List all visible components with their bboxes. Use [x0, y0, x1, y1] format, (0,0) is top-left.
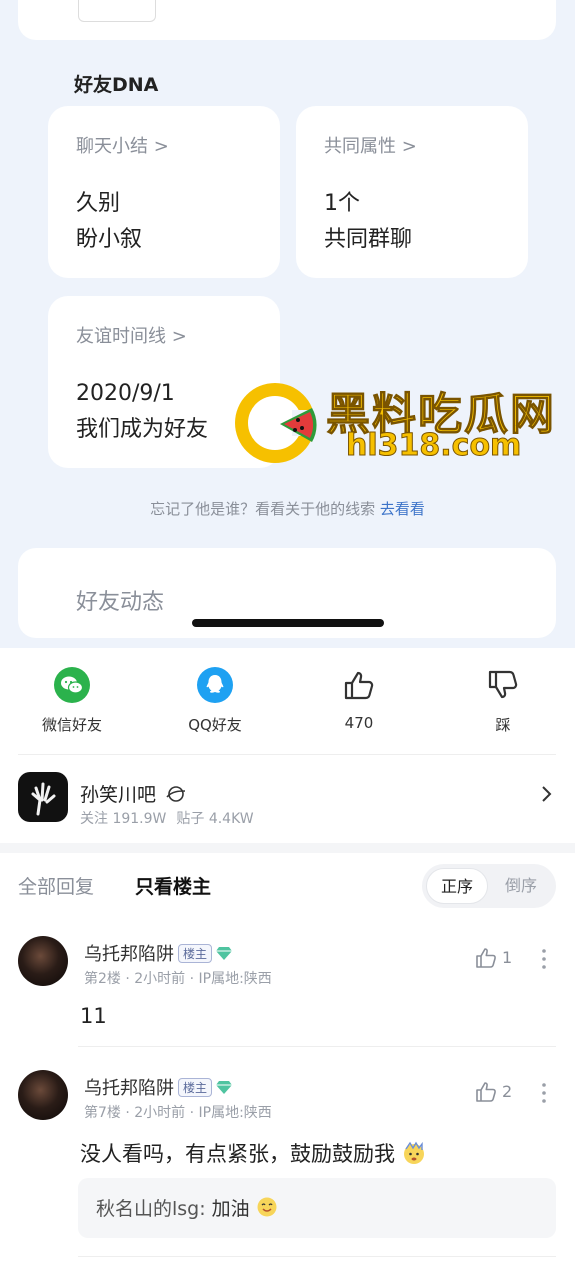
like-button[interactable]: 470: [299, 662, 419, 732]
wechat-icon: [54, 667, 90, 703]
share-label: 微信好友: [41, 716, 102, 734]
clue-hint: 忘记了他是谁？看看关于他的线索 去看看: [150, 500, 425, 518]
card-title: 友谊时间线 >: [76, 326, 187, 347]
tab-op-only[interactable]: 只看楼主: [135, 872, 211, 899]
home-indicator[interactable]: [192, 619, 384, 627]
chevron-right-icon[interactable]: [536, 784, 556, 804]
card-value: 久别 盼小叙: [76, 191, 143, 252]
common-attributes-card[interactable]: 共同属性 > 1个 共同群聊: [296, 106, 528, 278]
section-title: 好友DNA: [74, 74, 159, 96]
reply-preview[interactable]: 秋名山的lsg: 加油: [78, 1178, 556, 1238]
card-value: 2020/9/1 我们成为好友: [76, 381, 209, 442]
comment-item: 乌托邦陷阱 楼主 第7楼 · 2小时前 · IP属地:陕西 2 没人看吗，有点紧张…: [0, 1070, 575, 1280]
diamond-icon: [216, 947, 233, 960]
sort-order-toggle: 正序 倒序: [422, 864, 556, 908]
chat-summary-card[interactable]: 聊天小结 > 久别 盼小叙: [48, 106, 280, 278]
thumbs-up-icon: [476, 1082, 496, 1102]
comment-meta: 第7楼 · 2小时前 · IP属地:陕西: [84, 1105, 272, 1121]
thumbs-up-icon: [344, 671, 374, 700]
comment-meta: 第2楼 · 2小时前 · IP属地:陕西: [84, 971, 272, 987]
avatar[interactable]: [18, 936, 68, 986]
like-count: 470: [344, 714, 374, 732]
share-bar: 微信好友 QQ好友 470 踩: [0, 662, 575, 742]
reply-author[interactable]: 秋名山的lsg:: [96, 1198, 206, 1220]
comment-text: 11: [80, 1004, 107, 1028]
forum-stats: 关注 191.9W 贴子 4.4KW: [80, 811, 254, 827]
op-badge: 楼主: [178, 1078, 213, 1097]
card-value: 1个 共同群聊: [324, 191, 413, 252]
card-title: 聊天小结 >: [76, 136, 169, 157]
avatar[interactable]: [18, 1070, 68, 1120]
forum-avatar: [18, 772, 68, 822]
comment-item: 乌托邦陷阱 楼主 第2楼 · 2小时前 · IP属地:陕西 1 11: [0, 936, 575, 1046]
watermark-url: hl318.com: [345, 428, 522, 464]
like-count: 2: [502, 1082, 513, 1101]
divider: [18, 754, 556, 755]
forum-entry[interactable]: 孙笑川吧 关注 191.9W 贴子 4.4KW: [0, 770, 575, 830]
activity-title: 好友动态: [76, 590, 165, 615]
reply-text: 秋名山的lsg: 加油: [96, 1194, 278, 1221]
sort-desc-button[interactable]: 倒序: [490, 868, 552, 904]
more-icon[interactable]: [540, 948, 548, 970]
planet-icon: [166, 786, 186, 802]
like-count: 1: [502, 948, 513, 967]
smile-emoji-icon: [257, 1197, 277, 1217]
comment-author: 乌托邦陷阱 楼主: [84, 940, 233, 966]
thumbs-up-icon: [476, 948, 496, 968]
divider: [78, 1256, 556, 1257]
op-badge: 楼主: [178, 944, 213, 963]
forum-name: 孙笑川吧: [80, 780, 186, 807]
share-wechat-button[interactable]: 微信好友: [12, 662, 132, 735]
diamond-icon: [216, 1081, 233, 1094]
view-clues-link[interactable]: 去看看: [380, 500, 425, 518]
share-qq-button[interactable]: QQ好友: [155, 662, 275, 735]
thumbnail: [78, 0, 156, 22]
top-card: [18, 0, 556, 40]
comment-author: 乌托邦陷阱 楼主: [84, 1074, 233, 1100]
watermark: 黑料吃瓜网 hl318.com: [232, 378, 562, 468]
watermark-logo-icon: [235, 383, 318, 463]
section-gap: [0, 843, 575, 853]
thumbs-down-icon: [488, 670, 518, 699]
qq-icon: [197, 667, 233, 703]
friend-profile-panel: 好友DNA 聊天小结 > 久别 盼小叙 共同属性 > 1个 共同群聊 友谊时间线…: [0, 0, 575, 648]
tab-all-replies[interactable]: 全部回复: [18, 872, 94, 899]
dislike-button[interactable]: 踩: [443, 662, 563, 735]
comment-like-button[interactable]: 1: [474, 946, 538, 972]
share-label: QQ好友: [188, 716, 242, 734]
more-icon[interactable]: [540, 1082, 548, 1104]
comment-text: 没人看吗，有点紧张，鼓励鼓励我: [80, 1138, 426, 1168]
dislike-label: 踩: [495, 716, 511, 734]
comment-like-button[interactable]: 2: [474, 1080, 538, 1106]
divider: [78, 1046, 556, 1047]
sort-asc-button[interactable]: 正序: [426, 868, 488, 904]
reply-filter-bar: 全部回复 只看楼主 正序 倒序: [0, 862, 575, 908]
card-title: 共同属性 >: [324, 136, 417, 157]
nervous-emoji-icon: [403, 1141, 424, 1164]
